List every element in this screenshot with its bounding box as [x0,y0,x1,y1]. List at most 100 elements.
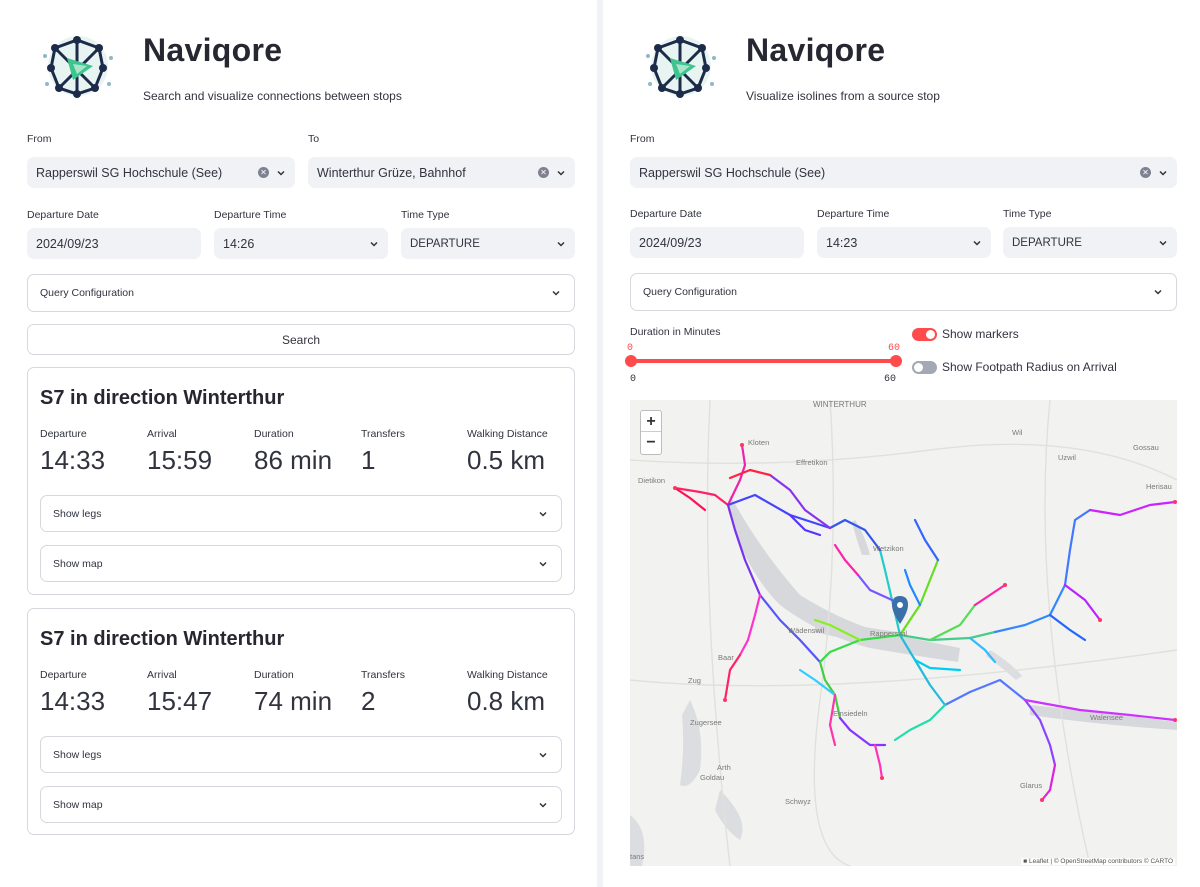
connection-search-panel: Naviqore Search and visualize connection… [27,0,575,887]
show-map-label: Show map [53,798,103,811]
duration-value: 74 min [254,686,333,716]
map-place-label: Schwyz [785,797,811,806]
show-map-expander[interactable]: Show map [40,786,562,823]
toggle-knob [914,363,923,372]
map-place-label: Arth [717,763,731,772]
show-footpath-radius-label: Show Footpath Radius on Arrival [942,360,1117,374]
departure-label: Departure [40,669,87,681]
map-attribution[interactable]: ■ Leaflet | © OpenStreetMap contributors… [1021,858,1175,865]
show-legs-label: Show legs [53,507,102,520]
search-button[interactable]: Search [27,324,575,355]
from-select[interactable]: Rapperswil SG Hochschule (See) ✕ [630,157,1177,188]
departure-label: Departure [40,428,87,440]
map-place-label: Effretikon [796,458,828,467]
departure-value: 14:33 [40,686,106,716]
source-stop-pin [892,596,908,624]
chevron-down-icon [1154,289,1162,295]
time-type-select[interactable]: DEPARTURE [1003,227,1177,258]
isoline-panel: Naviqore Visualize isolines from a sourc… [625,0,1177,887]
departure-time-label: Departure Time [817,208,890,220]
query-configuration-label: Query Configuration [40,287,134,299]
query-configuration-label: Query Configuration [643,286,737,298]
arrival-label: Arrival [147,669,177,681]
departure-date-value: 2024/09/23 [36,236,99,251]
transfers-label: Transfers [361,428,405,440]
clear-icon[interactable]: ✕ [1140,167,1151,178]
time-type-select[interactable]: DEPARTURE [401,228,575,259]
departure-metric: Departure 14:33 [40,669,105,717]
map-place-label: Uzwil [1058,453,1076,462]
duration-slider-label: Duration in Minutes [630,326,721,338]
map-place-label: Walensee [1090,713,1124,722]
show-footpath-radius-toggle[interactable] [912,361,937,374]
from-select[interactable]: Rapperswil SG Hochschule (See) ✕ [27,157,295,188]
show-legs-label: Show legs [53,748,102,761]
isoline-map[interactable]: WINTERTHUR Kloten Effretikon Wil Uzwil G… [630,400,1177,866]
show-legs-expander[interactable]: Show legs [40,736,562,773]
duration-slider-low-handle[interactable] [625,355,637,367]
map-place-label: Wetzikon [873,544,904,553]
from-label: From [630,133,655,145]
clear-icon[interactable]: ✕ [538,167,549,178]
chevron-down-icon [552,290,560,296]
departure-date-value: 2024/09/23 [639,235,702,250]
show-map-label: Show map [53,557,103,570]
slider-low-value: 0 [627,343,634,354]
departure-time-select[interactable]: 14:26 [214,228,388,259]
from-select-value: Rapperswil SG Hochschule (See) [36,165,223,180]
connection-title: S7 in direction Winterthur [40,387,285,409]
chevron-down-icon[interactable] [971,237,983,249]
duration-label: Duration [254,669,294,681]
duration-metric: Duration 86 min [254,428,332,476]
walking-distance-metric: Walking Distance 0.8 km [467,669,548,717]
duration-value: 86 min [254,445,333,475]
show-legs-expander[interactable]: Show legs [40,495,562,532]
query-configuration-expander[interactable]: Query Configuration [27,274,575,312]
page-subtitle: Visualize isolines from a source stop [746,89,940,103]
map-place-label: Herisau [1146,482,1172,491]
clear-icon[interactable]: ✕ [258,167,269,178]
zoom-in-button[interactable]: + [641,411,661,432]
app-screen: Naviqore Search and visualize connection… [0,0,1200,887]
chevron-down-icon[interactable] [555,238,567,250]
departure-value: 14:33 [40,445,106,475]
walking-distance-value: 0.8 km [467,686,546,716]
chevron-down-icon[interactable] [1157,167,1169,179]
duration-slider-track[interactable] [630,359,896,363]
arrival-label: Arrival [147,428,177,440]
map-place-label: Dietikon [638,476,666,485]
duration-slider-high-handle[interactable] [890,355,902,367]
map-place-label: Zugersee [690,718,722,727]
chevron-down-icon [539,511,547,517]
chevron-down-icon[interactable] [1157,237,1169,249]
walking-distance-label: Walking Distance [467,428,548,440]
chevron-down-icon[interactable] [275,167,287,179]
arrival-value: 15:59 [147,445,213,475]
transfers-label: Transfers [361,669,405,681]
query-configuration-expander[interactable]: Query Configuration [630,273,1177,311]
departure-date-label: Departure Date [27,209,99,221]
departure-time-value: 14:23 [826,235,858,250]
map-place-label: Glarus [1020,781,1043,790]
transfers-metric: Transfers 1 [361,428,405,476]
map-place-label: Kloten [748,438,770,447]
departure-date-input[interactable]: 2024/09/23 [630,227,804,258]
show-markers-toggle[interactable] [912,328,937,341]
departure-time-select[interactable]: 14:23 [817,227,991,258]
show-map-expander[interactable]: Show map [40,545,562,582]
toggle-knob [926,330,935,339]
from-label: From [27,133,52,145]
zoom-out-button[interactable]: − [641,432,661,453]
departure-date-label: Departure Date [630,208,702,220]
slider-max-label: 60 [884,374,897,385]
to-select[interactable]: Winterthur Grüze, Bahnhof ✕ [308,157,575,188]
chevron-down-icon[interactable] [368,238,380,250]
show-markers-label: Show markers [942,327,1019,341]
departure-time-label: Departure Time [214,209,287,221]
app-title: Naviqore [143,32,283,68]
departure-date-input[interactable]: 2024/09/23 [27,228,201,259]
map-place-label: Goldau [700,773,725,782]
time-type-value: DEPARTURE [1012,236,1082,249]
chevron-down-icon[interactable] [555,167,567,179]
duration-label: Duration [254,428,294,440]
